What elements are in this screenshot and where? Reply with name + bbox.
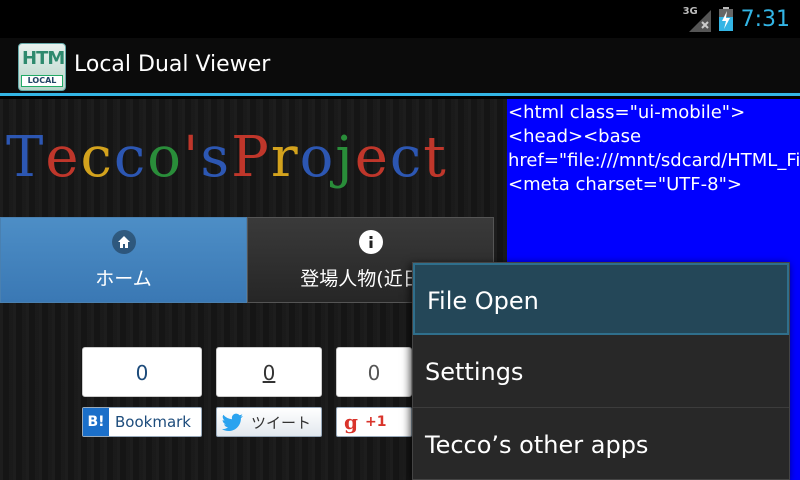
menu-item-label: Settings (425, 358, 524, 386)
menu-item-other-apps[interactable]: Tecco’s other apps (413, 409, 789, 480)
banner-title-text: Tecco's Project (6, 125, 448, 190)
app-title: Local Dual Viewer (74, 52, 271, 77)
menu-item-settings[interactable]: Settings (413, 336, 789, 408)
plusone-label: +1 (365, 414, 387, 430)
plusone-button[interactable]: g +1 (336, 407, 412, 437)
info-icon (358, 230, 383, 254)
hatena-bookmark-widget: 0 B! Bookmark (82, 347, 202, 437)
tweet-label: ツイート (251, 413, 312, 432)
tweet-count[interactable]: 0 (216, 347, 322, 397)
tweet-button[interactable]: ツイート (216, 407, 322, 437)
plusone-count: 0 (336, 347, 412, 397)
google-plus-icon: g (344, 410, 358, 434)
twitter-widget: 0 ツイート (216, 347, 322, 437)
app-icon-text: HTMI (22, 48, 66, 69)
twitter-bird-icon (222, 413, 243, 432)
hatena-bookmark-icon: B! (83, 408, 109, 436)
status-icons: 3G 7:31 (683, 4, 790, 34)
tab-home-label: ホーム (95, 268, 152, 290)
clock: 7:31 (740, 6, 790, 32)
html-source-text: <html class="ui-mobile"><head><base href… (508, 102, 800, 195)
battery-charging-icon (718, 7, 733, 31)
bookmark-label: Bookmark (115, 413, 191, 431)
menu-item-label: File Open (427, 287, 539, 315)
app-icon[interactable]: HTMI LOCAL (18, 43, 66, 91)
overflow-menu: File Open Settings Tecco’s other apps (412, 262, 790, 480)
action-bar: HTMI LOCAL Local Dual Viewer (0, 38, 800, 96)
app-icon-subtext: LOCAL (21, 75, 63, 87)
bookmark-count: 0 (82, 347, 202, 397)
bookmark-button[interactable]: B! Bookmark (82, 407, 202, 437)
signal-icon (688, 10, 711, 32)
network-indicator: 3G (683, 6, 711, 32)
menu-item-file-open[interactable]: File Open (413, 263, 789, 335)
status-bar: 3G 7:31 (0, 0, 800, 38)
home-icon (111, 230, 136, 254)
banner-title: Tecco's Project (6, 125, 448, 190)
menu-item-label: Tecco’s other apps (425, 431, 649, 459)
site-banner: Tecco's Project (0, 99, 495, 217)
tab-home[interactable]: ホーム (0, 217, 247, 303)
google-plus-widget: 0 g +1 (336, 347, 412, 437)
